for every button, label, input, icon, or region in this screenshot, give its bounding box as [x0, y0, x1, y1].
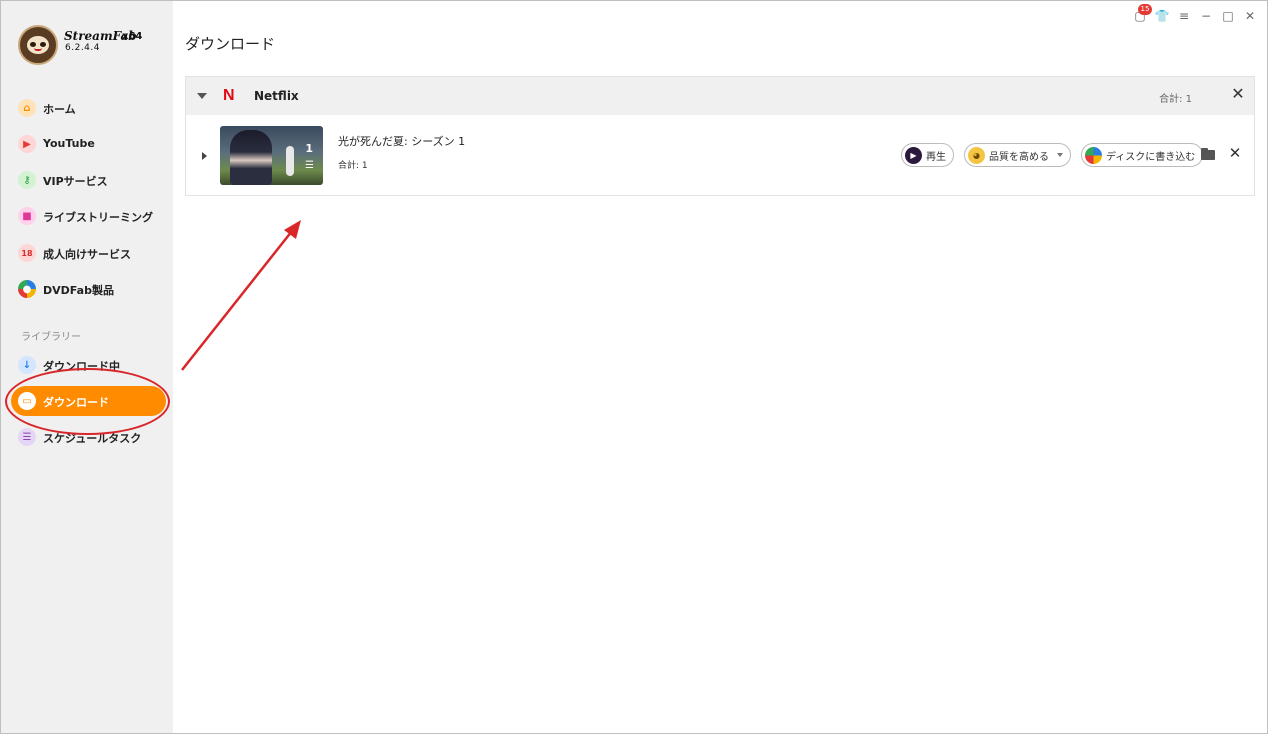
- sidebar-item-label: 成人向けサービス: [43, 248, 131, 261]
- page-title: ダウンロード: [185, 35, 276, 53]
- sidebar-item-home[interactable]: ⌂ ホーム: [11, 93, 166, 123]
- chevron-down-icon[interactable]: [197, 93, 207, 99]
- video-thumbnail[interactable]: 1 ☰: [220, 126, 323, 185]
- sidebar-item-label: YouTube: [43, 137, 95, 150]
- close-icon: ✕: [1244, 9, 1256, 23]
- sidebar-item-label: ダウンロード: [43, 396, 109, 409]
- folder-icon: ▭: [18, 392, 36, 410]
- schedule-list-icon: ☰: [18, 428, 36, 446]
- key-icon: ⚷: [18, 171, 36, 189]
- folder-icon: [1201, 150, 1215, 160]
- enhance-quality-button[interactable]: ◕ 品質を高める: [964, 143, 1071, 167]
- cat-face-icon: ◕: [968, 146, 985, 164]
- notification-button[interactable]: ▢ 15: [1133, 4, 1152, 23]
- brand-arch: x64: [122, 31, 143, 42]
- skin-shirt-button[interactable]: 👕: [1154, 9, 1170, 23]
- sidebar-item-schedule[interactable]: ☰ スケジュールタスク: [11, 422, 166, 452]
- group-close-button[interactable]: ✕: [1230, 86, 1246, 102]
- netflix-logo-icon: N: [223, 87, 235, 104]
- brand: StreamFab x64 6.2.4.4: [18, 25, 158, 65]
- open-folder-button[interactable]: [1201, 148, 1217, 161]
- enhance-label: 品質を高める: [989, 151, 1049, 163]
- sidebar-item-label: スケジュールタスク: [43, 432, 142, 445]
- sidebar-item-label: DVDFab製品: [43, 284, 114, 297]
- menu-icon: ≡: [1178, 9, 1190, 23]
- home-icon: ⌂: [18, 99, 36, 117]
- library-section-label: ライブラリー: [21, 332, 81, 343]
- burn-label: ディスクに書き込む: [1106, 151, 1196, 163]
- burn-disc-button[interactable]: ディスクに書き込む: [1081, 143, 1204, 167]
- group-header[interactable]: N Netflix 合計: 1 ✕: [186, 77, 1254, 115]
- sidebar-item-live[interactable]: ■ ライブストリーミング: [11, 201, 166, 231]
- play-button[interactable]: ▶ 再生: [901, 143, 954, 167]
- window-controls: ▢ 15 👕 ≡ − □ ✕: [1133, 4, 1257, 25]
- brand-version: 6.2.4.4: [65, 43, 100, 53]
- sidebar-item-vip[interactable]: ⚷ VIPサービス: [11, 165, 166, 195]
- play-label: 再生: [926, 151, 946, 163]
- group-service-name: Netflix: [254, 89, 299, 103]
- sidebar-item-label: VIPサービス: [43, 175, 108, 188]
- item-total: 合計: 1: [338, 161, 368, 171]
- app-window: StreamFab x64 6.2.4.4 ⌂ ホーム ▶ YouTube ⚷ …: [0, 0, 1268, 734]
- video-camera-icon: ■: [18, 207, 36, 225]
- disc-icon: [1085, 146, 1102, 164]
- sidebar-item-dvdfab[interactable]: ● DVDFab製品: [11, 274, 166, 304]
- chevron-right-icon[interactable]: [202, 152, 207, 160]
- dvdfab-icon: ●: [18, 280, 36, 298]
- episode-count: 1: [305, 142, 313, 155]
- playlist-icon: ☰: [305, 160, 314, 171]
- close-window-button[interactable]: ✕: [1243, 9, 1257, 23]
- item-delete-button[interactable]: ✕: [1227, 144, 1243, 162]
- notification-badge: 15: [1138, 4, 1152, 15]
- sidebar-item-youtube[interactable]: ▶ YouTube: [11, 129, 166, 159]
- sloth-logo-icon: [18, 25, 58, 65]
- download-group-netflix: N Netflix 合計: 1 ✕ 1 ☰ 光が死んだ夏: シーズン 1 合計:…: [185, 76, 1255, 196]
- item-title: 光が死んだ夏: シーズン 1: [338, 135, 466, 148]
- sidebar-item-adult[interactable]: 18 成人向けサービス: [11, 238, 166, 268]
- sidebar-item-label: ライブストリーミング: [43, 211, 153, 224]
- sidebar-item-label: ホーム: [43, 103, 76, 116]
- sidebar-item-label: ダウンロード中: [43, 360, 120, 373]
- menu-button[interactable]: ≡: [1177, 9, 1191, 23]
- tshirt-icon: 👕: [1154, 9, 1170, 23]
- sidebar: StreamFab x64 6.2.4.4 ⌂ ホーム ▶ YouTube ⚷ …: [1, 1, 173, 733]
- group-total: 合計: 1: [1159, 94, 1192, 105]
- minimize-icon: −: [1200, 9, 1212, 23]
- dropdown-arrow-icon: [1057, 153, 1063, 157]
- play-icon: ▶: [905, 146, 922, 164]
- sidebar-item-downloading[interactable]: ↓ ダウンロード中: [11, 350, 166, 380]
- download-arrow-icon: ↓: [18, 356, 36, 374]
- sidebar-item-downloaded[interactable]: ▭ ダウンロード: [11, 386, 166, 416]
- adult-18-icon: 18: [18, 244, 36, 262]
- maximize-button[interactable]: □: [1221, 9, 1235, 23]
- minimize-button[interactable]: −: [1199, 9, 1213, 23]
- youtube-icon: ▶: [18, 135, 36, 153]
- list-item: 1 ☰ 光が死んだ夏: シーズン 1 合計: 1 ▶ 再生 ◕ 品質を高める デ…: [186, 115, 1254, 195]
- maximize-icon: □: [1222, 9, 1234, 23]
